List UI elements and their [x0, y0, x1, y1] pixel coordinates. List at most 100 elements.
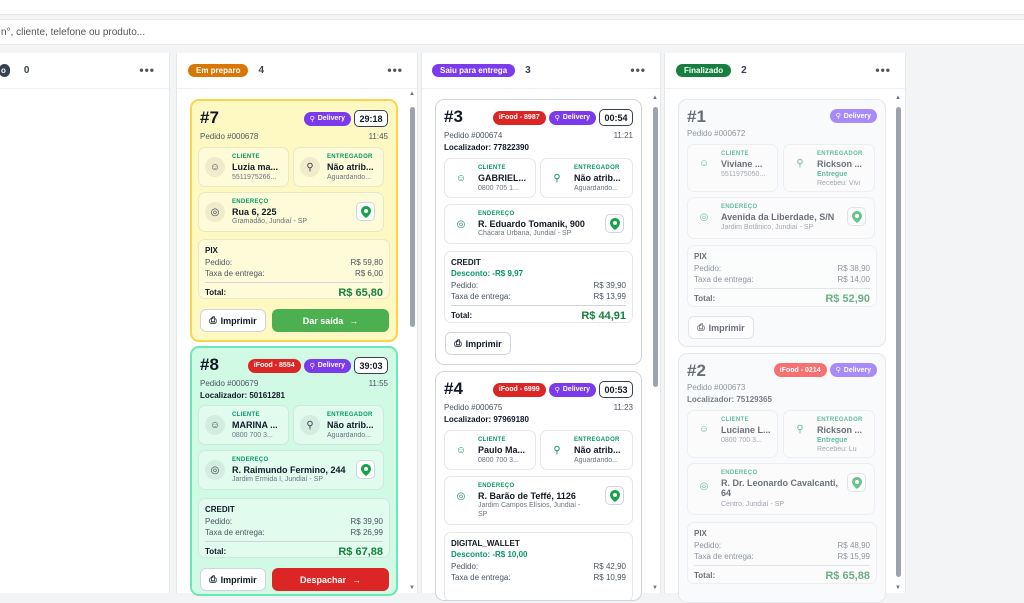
delivery-badge: ⚲Delivery	[830, 109, 877, 123]
column-saiu-para-entrega: Saiu para entrega 3 ••• ▲ ▼ #3 iFood - 8…	[421, 53, 661, 593]
address-box: ◎ ENDEREÇO Rua 6, 225 Gramadão, Jundiaí …	[198, 192, 384, 232]
location-pin-icon: ◎	[451, 486, 471, 506]
scroll-down-icon[interactable]: ▼	[652, 585, 658, 591]
search-input[interactable]	[0, 20, 1024, 44]
courier-box[interactable]: ⚲ ENTREGADOR Rickson ... Entregue Recebe…	[783, 410, 875, 458]
bike-icon: ⚲	[836, 112, 841, 120]
subtotal-value: R$ 48,90	[838, 541, 870, 550]
delivery-fee-value: R$ 6,00	[355, 269, 383, 278]
bike-icon: ⚲	[547, 168, 567, 188]
courier-name: Rickson ...	[817, 159, 862, 169]
address-city: Jardim Ermida I, Jundiaí - SP	[232, 476, 362, 484]
scroll-up-icon[interactable]: ▲	[652, 95, 658, 101]
order-locator: Localizador: 50161281	[200, 391, 285, 400]
courier-name: Não atrib...	[574, 445, 621, 455]
client-box[interactable]: ☺ CLIENTE Viviane ... 5511975050...	[687, 144, 778, 192]
client-box[interactable]: ☺ CLIENTE Paulo Ma... 0800 700 3...	[444, 430, 536, 470]
delivery-badge: ⚲Delivery	[304, 112, 351, 126]
subtotal-value: R$ 39,90	[351, 517, 383, 526]
map-pin-button[interactable]	[605, 486, 624, 505]
top-bar	[0, 0, 1024, 15]
address-city: Jardim Botânico, Jundiaí - SP	[721, 224, 851, 232]
courier-box[interactable]: ⚲ ENTREGADOR Não atrib... Aguardando...	[293, 147, 384, 187]
order-card-8[interactable]: #8 iFood - 8554 ⚲Delivery 39:03 Pedido #…	[190, 346, 398, 596]
scrollbar-thumb[interactable]	[653, 107, 658, 387]
total-value: R$ 67,88	[338, 546, 383, 558]
order-card-2[interactable]: #2 Pedido #000673 Localizador: 75129365 …	[678, 353, 886, 603]
scroll-up-icon[interactable]: ▲	[895, 95, 901, 101]
payment-method: PIX	[694, 529, 870, 540]
scroll-up-icon[interactable]: ▲	[409, 91, 415, 97]
print-button[interactable]: ⎙Imprimir	[445, 332, 511, 355]
courier-box[interactable]: ⚲ ENTREGADOR Rickson ... Entregue Recebe…	[783, 144, 875, 192]
print-button[interactable]: ⎙Imprimir	[200, 568, 266, 591]
client-box[interactable]: ☺ CLIENTE Luzia ma... 5511975266...	[198, 147, 289, 187]
courier-box[interactable]: ⚲ ENTREGADOR Não atrib... Aguardando...	[540, 158, 633, 198]
client-box[interactable]: ☺ CLIENTE Luciane L... 0800 700 3...	[687, 410, 778, 458]
column-menu-button[interactable]: •••	[139, 63, 155, 77]
courier-box[interactable]: ⚲ ENTREGADOR Não atrib... Aguardando...	[540, 430, 633, 470]
scroll-down-icon[interactable]: ▼	[409, 585, 415, 591]
order-card-7[interactable]: #7 ⚲Delivery 29:18 Pedido #000678 11:45 …	[190, 99, 398, 342]
map-pin-icon	[361, 206, 371, 218]
order-time: 11:23	[614, 403, 633, 412]
map-pin-button[interactable]	[847, 207, 866, 226]
payment-box: DIGITAL_WALLET Desconto: -R$ 10,00 Pedid…	[444, 532, 633, 601]
printer-icon: ⎙	[697, 322, 704, 333]
client-name: Paulo Ma...	[478, 445, 525, 455]
map-pin-button[interactable]	[356, 202, 375, 221]
payment-box: PIX Pedido:R$ 38,90 Taxa de entrega:R$ 1…	[687, 245, 877, 307]
courier-box[interactable]: ⚲ ENTREGADOR Não atrib... Aguardando...	[293, 405, 384, 445]
subtotal-value: R$ 59,80	[351, 258, 383, 267]
column-menu-button[interactable]: •••	[630, 63, 646, 77]
dispatch-button[interactable]: Dar saída→	[272, 309, 389, 332]
printer-icon: ⎙	[209, 574, 216, 585]
dispatch-button[interactable]: Despachar→	[272, 568, 389, 591]
bike-icon: ⚲	[790, 419, 810, 439]
address-box: ◎ ENDEREÇO R. Raimundo Fermino, 244 Jard…	[198, 450, 384, 490]
column-menu-button[interactable]: •••	[387, 63, 403, 77]
address-box: ◎ ENDEREÇO Avenida da Liberdade, S/N Jar…	[687, 197, 875, 239]
order-timer: 39:03	[354, 357, 388, 374]
order-card-1[interactable]: #1 Pedido #000672 ☺ CLIENTE Viviane ... …	[678, 99, 886, 347]
print-button[interactable]: ⎙Imprimir	[200, 309, 266, 332]
arrow-right-icon: →	[352, 575, 361, 585]
order-card-4[interactable]: #4 iFood - 6999 ⚲Delivery 00:53 Pedido #…	[435, 371, 642, 601]
client-box[interactable]: ☺ CLIENTE MARINA ... 0800 700 3...	[198, 405, 289, 445]
courier-status: Aguardando...	[327, 174, 371, 181]
order-card-3[interactable]: #3 iFood - 8987 ⚲Delivery 00:54 Pedido #…	[435, 99, 642, 365]
ifood-badge: iFood - 6999	[493, 383, 546, 397]
order-time: 11:21	[614, 131, 633, 140]
client-phone: 0800 700 3...	[721, 437, 762, 444]
payment-box: CREDIT Desconto: -R$ 9,97 Pedido:R$ 39,9…	[444, 251, 633, 323]
order-id: Pedido #000678	[200, 132, 258, 141]
client-name: GABRIEL...	[478, 173, 526, 183]
order-number: #3	[444, 107, 463, 127]
print-button[interactable]: ⎙Imprimir	[688, 316, 754, 339]
bike-icon: ⚲	[836, 366, 841, 374]
scrollbar-thumb[interactable]	[896, 107, 901, 577]
scroll-down-icon[interactable]: ▼	[895, 585, 901, 591]
status-pill: o	[0, 64, 10, 77]
client-name: Viviane ...	[721, 159, 762, 169]
delivery-fee-value: R$ 10,99	[594, 573, 626, 582]
scrollbar-thumb[interactable]	[410, 107, 415, 327]
address-city: Chácara Urbana, Jundiaí - SP	[478, 230, 608, 238]
map-pin-button[interactable]	[605, 214, 624, 233]
order-id: Pedido #000674	[444, 131, 502, 140]
arrow-right-icon: →	[349, 316, 358, 326]
scrollbar[interactable]: ▲ ▼	[407, 89, 417, 593]
client-box[interactable]: ☺ CLIENTE GABRIEL... 0800 705 1...	[444, 158, 536, 198]
subtotal-value: R$ 42,90	[594, 562, 626, 571]
scrollbar[interactable]: ▲ ▼	[893, 89, 903, 593]
payment-box: CREDIT Pedido:R$ 39,90 Taxa de entrega:R…	[198, 498, 390, 558]
courier-status: Aguardando...	[574, 457, 618, 464]
scrollbar[interactable]: ▲ ▼	[650, 89, 660, 593]
column-menu-button[interactable]: •••	[875, 63, 891, 77]
courier-delivered-status: Entregue	[817, 437, 847, 444]
map-pin-button[interactable]	[847, 473, 866, 492]
printer-icon: ⎙	[454, 338, 461, 349]
payment-method: CREDIT	[451, 258, 626, 269]
order-locator: Localizador: 75129365	[687, 395, 772, 404]
map-pin-button[interactable]	[356, 460, 375, 479]
